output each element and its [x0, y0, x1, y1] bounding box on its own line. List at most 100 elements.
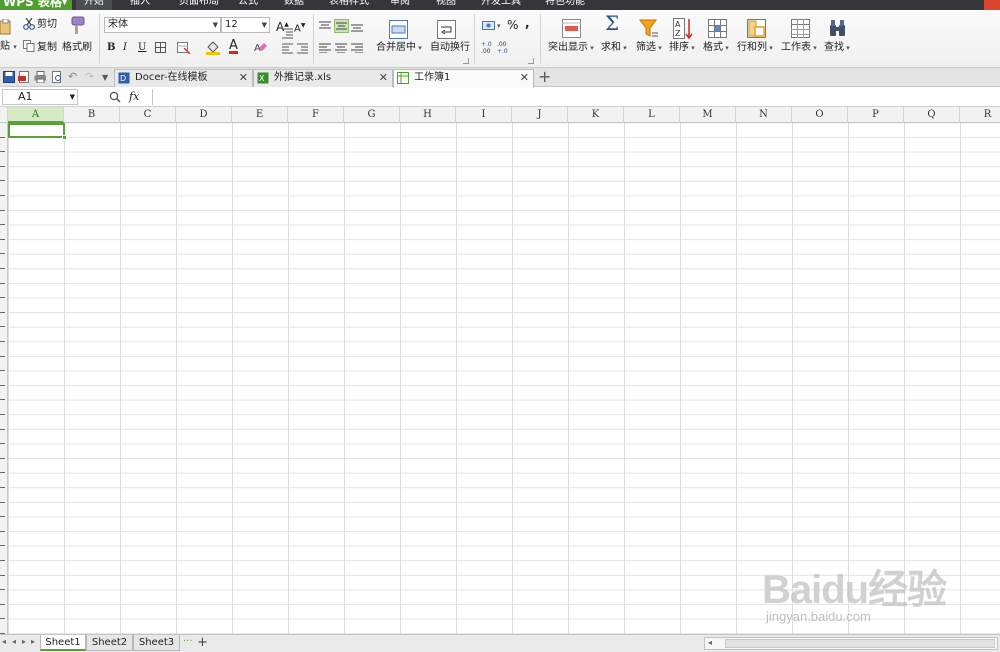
close-icon[interactable]: ✕ — [239, 70, 248, 86]
format-painter-button[interactable]: 格式刷 — [62, 41, 92, 55]
horizontal-scrollbar[interactable]: ◂ — [704, 637, 998, 650]
row-header[interactable] — [0, 370, 5, 372]
tab-page-layout[interactable]: 页面布局 — [170, 0, 228, 10]
close-button[interactable] — [984, 0, 1000, 10]
tab-table-style[interactable]: 表格样式 — [320, 0, 378, 10]
doc-tab-workbook[interactable]: 工作簿1 ✕ — [393, 69, 534, 88]
sheet-tab-sheet3[interactable]: Sheet3 — [133, 635, 180, 651]
comma-button[interactable]: , — [525, 16, 530, 30]
row-header[interactable] — [0, 589, 5, 591]
indent-icon[interactable] — [297, 43, 308, 54]
font-size-select[interactable]: 12 ▼ — [221, 17, 270, 33]
formula-input[interactable] — [152, 89, 1000, 105]
column-header[interactable]: L — [624, 107, 680, 123]
column-header[interactable]: M — [680, 107, 736, 123]
row-header[interactable] — [0, 399, 5, 401]
doc-tab-excel-file[interactable]: X 外推记录.xls ✕ — [253, 69, 393, 87]
tab-special[interactable]: 特色功能 — [536, 0, 594, 10]
alignment-dialog-launcher[interactable] — [463, 58, 469, 64]
rows-cols-button[interactable]: 行和列 ▾ — [737, 41, 773, 55]
clear-format-icon[interactable]: A — [253, 41, 267, 55]
font-color-button[interactable]: A — [229, 39, 238, 54]
row-header[interactable] — [0, 384, 5, 386]
row-header[interactable] — [0, 180, 5, 182]
paste-button[interactable]: 贴 ▾ — [0, 40, 17, 54]
export-pdf-icon[interactable] — [18, 71, 30, 83]
format-button[interactable]: 格式 ▾ — [703, 41, 729, 55]
align-top-icon[interactable] — [319, 21, 331, 31]
cell-style-icon[interactable] — [177, 42, 191, 54]
redo-button[interactable]: ↷ — [85, 70, 94, 84]
row-header[interactable] — [0, 268, 5, 269]
row-header[interactable] — [0, 428, 5, 430]
row-header[interactable] — [0, 136, 5, 138]
align-bottom-icon[interactable] — [351, 23, 363, 33]
insert-function-button[interactable]: fx — [129, 90, 139, 104]
new-tab-button[interactable]: + — [538, 68, 551, 86]
column-header[interactable]: E — [232, 107, 288, 123]
row-header[interactable] — [0, 238, 5, 240]
align-right-icon[interactable] — [351, 43, 363, 53]
row-header[interactable] — [0, 472, 5, 474]
column-header[interactable]: H — [400, 107, 456, 123]
more-sheets-button[interactable]: ··· — [183, 635, 193, 649]
next-sheet-button[interactable]: ▸ — [22, 637, 26, 646]
column-header[interactable]: O — [792, 107, 848, 123]
print-icon[interactable] — [34, 71, 46, 83]
fill-handle[interactable] — [62, 135, 67, 140]
column-header[interactable]: G — [344, 107, 400, 123]
row-header[interactable] — [0, 618, 5, 620]
tab-review[interactable]: 审阅 — [382, 0, 418, 10]
first-sheet-button[interactable]: ◂ — [2, 637, 6, 646]
row-header[interactable] — [0, 311, 5, 313]
row-header[interactable] — [0, 297, 5, 299]
row-header[interactable] — [0, 545, 5, 547]
name-box[interactable]: A1 ▼ — [2, 89, 78, 105]
fill-color-icon[interactable] — [206, 41, 220, 55]
prev-sheet-button[interactable]: ◂ — [12, 637, 16, 646]
row-header[interactable] — [0, 355, 5, 357]
align-center-icon[interactable] — [335, 43, 347, 53]
currency-icon[interactable] — [482, 19, 496, 32]
percent-button[interactable]: % — [507, 18, 518, 32]
row-header[interactable] — [0, 151, 5, 153]
italic-button[interactable]: I — [123, 41, 127, 55]
row-header[interactable] — [0, 487, 5, 488]
tab-data[interactable]: 数据 — [276, 0, 312, 10]
increase-indent-icon[interactable] — [282, 28, 293, 39]
doc-tab-docer[interactable]: D Docer-在线模板 ✕ — [114, 69, 253, 87]
column-header[interactable]: I — [456, 107, 512, 123]
decrease-indent-icon[interactable] — [282, 43, 293, 54]
sheet-tab-sheet2[interactable]: Sheet2 — [86, 635, 133, 651]
last-sheet-button[interactable]: ▸ — [31, 637, 35, 646]
increase-decimal-icon[interactable]: +.0 .00 — [481, 40, 497, 54]
row-header[interactable] — [0, 165, 5, 167]
worksheet-button[interactable]: 工作表 ▾ — [781, 41, 817, 55]
close-icon[interactable]: ✕ — [520, 70, 529, 86]
zoom-icon[interactable] — [109, 91, 121, 103]
column-header[interactable]: K — [568, 107, 624, 123]
column-header[interactable]: F — [288, 107, 344, 123]
column-header[interactable]: B — [64, 107, 120, 123]
bold-button[interactable]: B — [107, 41, 115, 55]
row-header[interactable] — [0, 224, 5, 226]
sum-button[interactable]: 求和 ▾ — [601, 41, 627, 55]
tab-developer[interactable]: 开发工具 — [472, 0, 530, 10]
font-name-select[interactable]: 宋体 ▼ — [104, 17, 221, 33]
row-header[interactable] — [0, 560, 5, 561]
close-icon[interactable]: ✕ — [379, 70, 388, 86]
row-header[interactable] — [0, 282, 5, 284]
row-header[interactable] — [0, 414, 5, 415]
column-header[interactable]: J — [512, 107, 568, 123]
column-header[interactable]: C — [120, 107, 176, 123]
copy-button[interactable]: 复制 — [37, 41, 57, 55]
column-header[interactable]: N — [736, 107, 792, 123]
column-header[interactable]: Q — [904, 107, 960, 123]
column-header[interactable]: A — [8, 107, 64, 123]
active-cell[interactable] — [8, 123, 67, 140]
currency-dropdown[interactable]: ▾ — [497, 19, 501, 33]
merge-center-button[interactable]: 合并居中 ▾ — [376, 41, 422, 55]
decrease-decimal-icon[interactable]: .00 +.0 — [497, 40, 513, 54]
row-header[interactable] — [0, 501, 5, 503]
row-header[interactable] — [0, 443, 5, 445]
